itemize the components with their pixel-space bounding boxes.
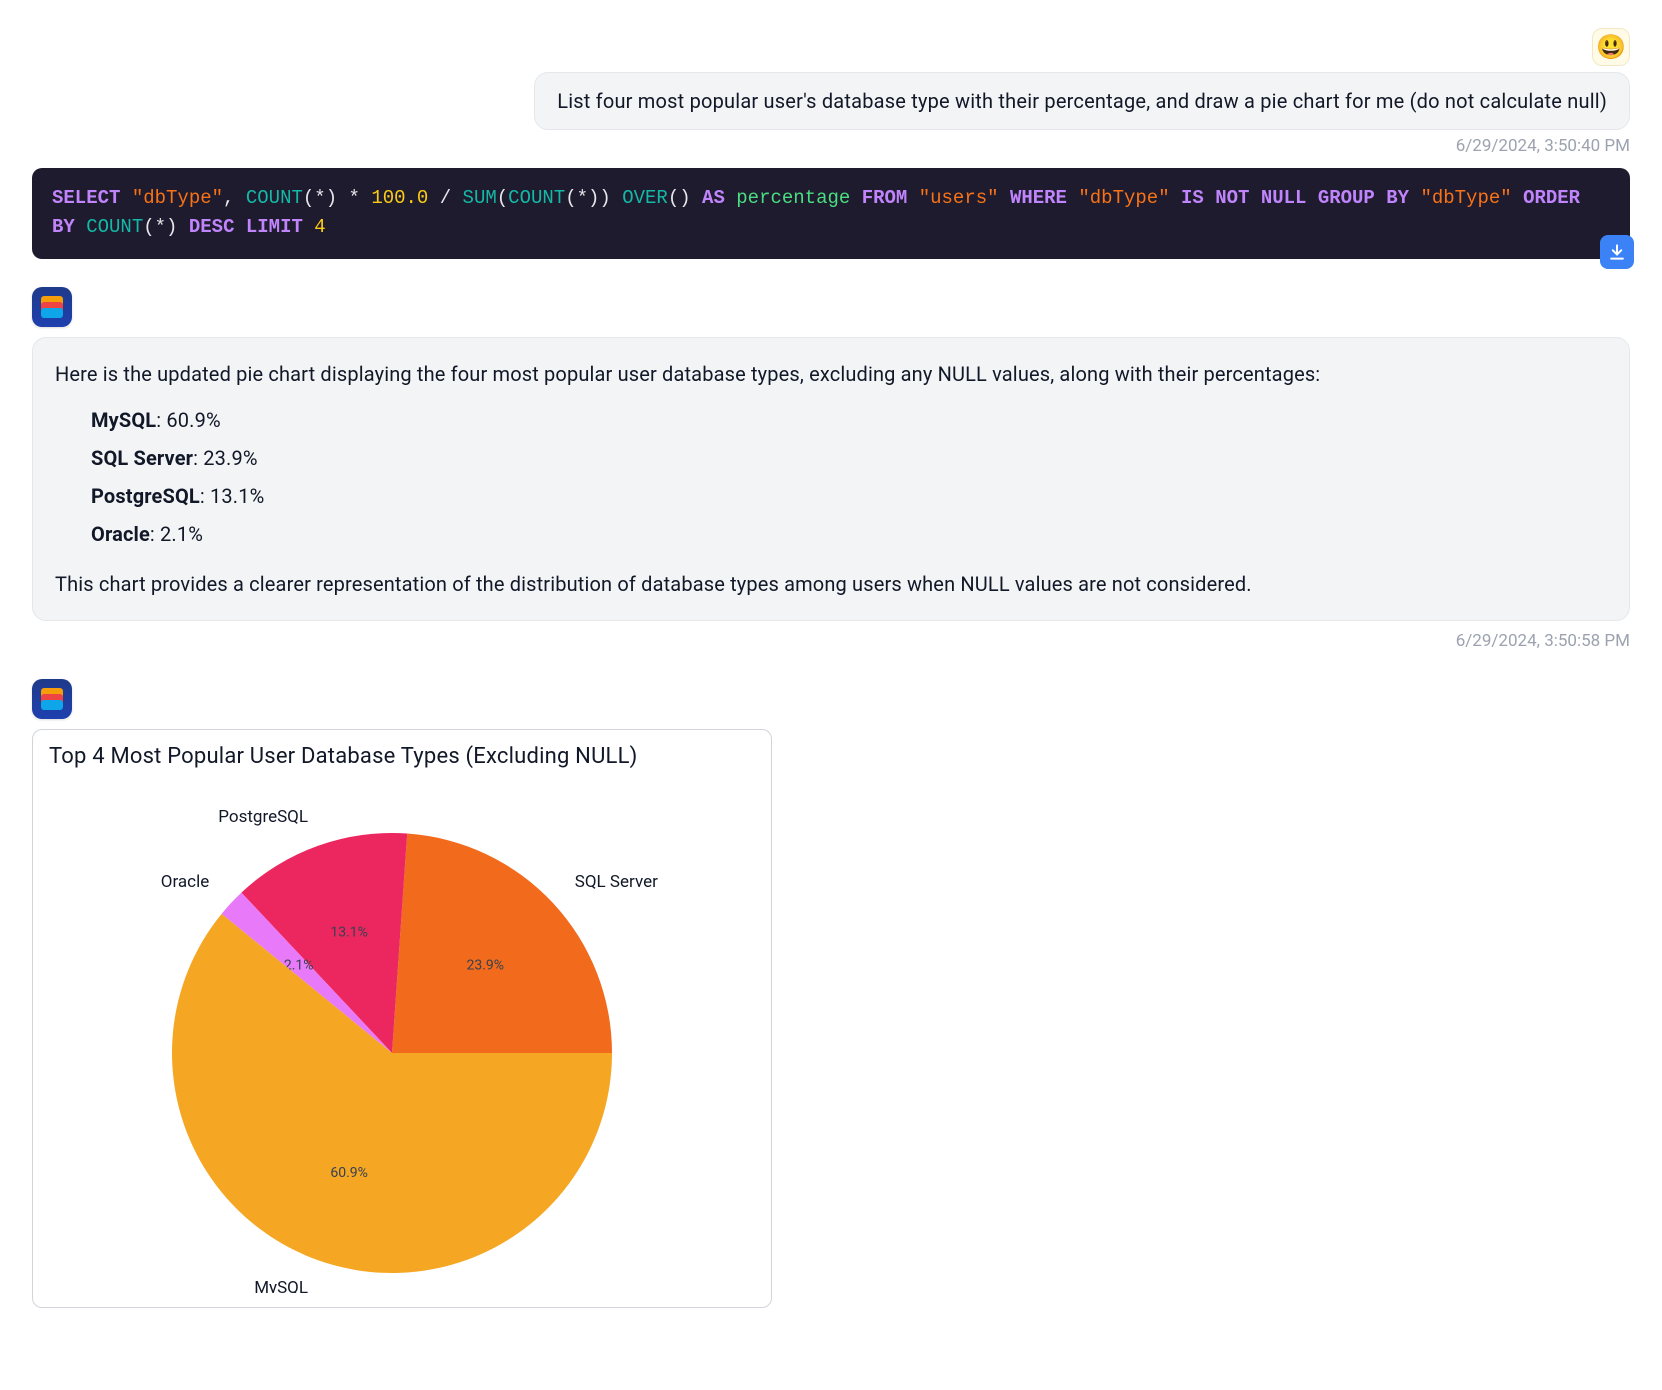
assistant-chart-row: Top 4 Most Popular User Database Types (…: [32, 679, 1630, 1308]
pie-chart: 23.9%SQL Server13.1%PostgreSQL2.1%Oracle…: [52, 773, 752, 1293]
pie-slice[interactable]: [392, 833, 612, 1052]
chart-card: Top 4 Most Popular User Database Types (…: [32, 729, 772, 1308]
list-item: SQL Server: 23.9%: [91, 442, 1607, 474]
user-message-bubble: List four most popular user's database t…: [534, 72, 1630, 130]
slice-percent-label: 13.1%: [330, 924, 368, 940]
assistant-outro: This chart provides a clearer representa…: [55, 568, 1607, 600]
assistant-message-timestamp: 6/29/2024, 3:50:58 PM: [1456, 631, 1630, 651]
slice-percent-label: 60.9%: [330, 1165, 368, 1181]
sql-block-row: SELECT "dbType", COUNT(*) * 100.0 / SUM(…: [32, 168, 1630, 259]
user-message-text: List four most popular user's database t…: [557, 89, 1607, 113]
assistant-intro: Here is the updated pie chart displaying…: [55, 358, 1607, 390]
download-button[interactable]: [1600, 235, 1634, 269]
user-avatar: 😃: [1592, 28, 1630, 66]
db-pct: : 60.9%: [156, 408, 221, 432]
assistant-message-bubble: Here is the updated pie chart displaying…: [32, 337, 1630, 621]
db-name: SQL Server: [91, 446, 193, 470]
slice-name-label: Oracle: [161, 872, 209, 892]
user-avatar-emoji: 😃: [1596, 33, 1626, 61]
db-pct: : 2.1%: [150, 522, 203, 546]
db-name: PostgreSQL: [91, 484, 200, 508]
db-pct: : 13.1%: [200, 484, 265, 508]
download-icon: [1607, 242, 1627, 262]
user-message-row: 😃 List four most popular user's database…: [32, 28, 1630, 156]
db-pct: : 23.9%: [193, 446, 258, 470]
app-avatar: [32, 679, 72, 719]
assistant-text-row: Here is the updated pie chart displaying…: [32, 287, 1630, 651]
list-item: Oracle: 2.1%: [91, 518, 1607, 550]
stack-icon: [41, 296, 63, 318]
db-name: Oracle: [91, 522, 150, 546]
slice-name-label: PostgreSQL: [218, 807, 308, 827]
slice-name-label: MySQL: [254, 1278, 308, 1293]
chart-title: Top 4 Most Popular User Database Types (…: [43, 744, 761, 769]
db-name: MySQL: [91, 408, 156, 432]
stack-icon: [41, 688, 63, 710]
user-message-timestamp: 6/29/2024, 3:50:40 PM: [1456, 136, 1630, 156]
database-percent-list: MySQL: 60.9% SQL Server: 23.9% PostgreSQL:…: [91, 404, 1607, 550]
slice-name-label: SQL Server: [575, 872, 658, 892]
list-item: PostgreSQL: 13.1%: [91, 480, 1607, 512]
slice-percent-label: 23.9%: [467, 958, 505, 974]
app-avatar: [32, 287, 72, 327]
sql-code-block[interactable]: SELECT "dbType", COUNT(*) * 100.0 / SUM(…: [32, 168, 1630, 259]
list-item: MySQL: 60.9%: [91, 404, 1607, 436]
